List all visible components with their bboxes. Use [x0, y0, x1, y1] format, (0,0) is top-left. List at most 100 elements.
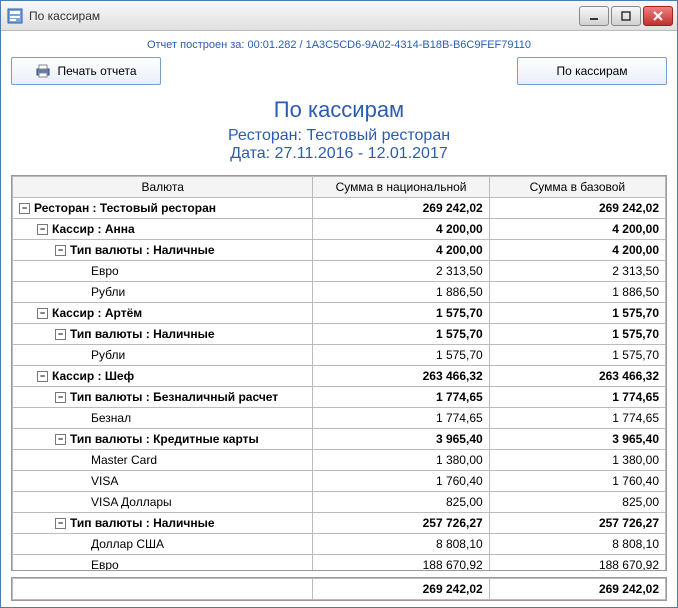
row-base: 2 313,50 — [489, 261, 665, 282]
table-row[interactable]: VISA 1 760,401 760,40 — [13, 471, 666, 492]
row-base: 1 774,65 — [489, 387, 665, 408]
row-national: 2 313,50 — [313, 261, 489, 282]
table-row[interactable]: Рубли 1 575,701 575,70 — [13, 345, 666, 366]
col-currency[interactable]: Валюта — [13, 177, 313, 198]
row-national: 8 808,10 — [313, 534, 489, 555]
printer-icon — [35, 64, 51, 78]
row-national: 1 380,00 — [313, 450, 489, 471]
row-base: 4 200,00 — [489, 219, 665, 240]
close-button[interactable] — [643, 6, 673, 26]
table-row[interactable]: −Кассир : Шеф 263 466,32263 466,32 — [13, 366, 666, 387]
print-label: Печать отчета — [57, 64, 136, 78]
maximize-button[interactable] — [611, 6, 641, 26]
table-row[interactable]: Рубли 1 886,501 886,50 — [13, 282, 666, 303]
table-row[interactable]: −Ресторан : Тестовый ресторан269 242,022… — [13, 198, 666, 219]
table-row[interactable]: −Тип валюты : Наличные4 200,004 200,00 — [13, 240, 666, 261]
row-label: Тип валюты : Наличные — [70, 327, 215, 341]
row-label: Кассир : Артём — [52, 306, 142, 320]
row-base: 1 380,00 — [489, 450, 665, 471]
col-national[interactable]: Сумма в национальной — [313, 177, 489, 198]
cashiers-label: По кассирам — [556, 64, 627, 78]
col-base[interactable]: Сумма в базовой — [489, 177, 665, 198]
row-base: 1 886,50 — [489, 282, 665, 303]
cashiers-button[interactable]: По кассирам — [517, 57, 667, 85]
row-label: Доллар США — [91, 537, 164, 551]
total-base: 269 242,02 — [489, 579, 665, 600]
row-base: 1 575,70 — [489, 345, 665, 366]
maximize-icon — [621, 11, 631, 21]
titlebar[interactable]: По кассирам — [1, 1, 677, 31]
total-national: 269 242,02 — [313, 579, 489, 600]
table-row[interactable]: −Тип валюты : Наличные 1 575,701 575,70 — [13, 324, 666, 345]
row-national: 1 886,50 — [313, 282, 489, 303]
row-label: Ресторан : Тестовый ресторан — [34, 201, 216, 215]
close-icon — [653, 11, 663, 21]
row-national: 263 466,32 — [313, 366, 489, 387]
collapse-toggle[interactable]: − — [37, 371, 48, 382]
row-label: Рубли — [91, 285, 125, 299]
table-row[interactable]: Master Card 1 380,001 380,00 — [13, 450, 666, 471]
collapse-toggle[interactable]: − — [37, 224, 48, 235]
row-base: 1 575,70 — [489, 303, 665, 324]
collapse-toggle[interactable]: − — [55, 245, 66, 256]
row-national: 1 575,70 — [313, 324, 489, 345]
row-label: Евро — [91, 264, 119, 278]
window-title: По кассирам — [29, 9, 579, 23]
row-base: 188 670,92 — [489, 555, 665, 572]
row-base: 1 760,40 — [489, 471, 665, 492]
row-national: 188 670,92 — [313, 555, 489, 572]
row-national: 825,00 — [313, 492, 489, 513]
collapse-toggle[interactable]: − — [55, 518, 66, 529]
row-national: 4 200,00 — [313, 240, 489, 261]
collapse-toggle[interactable]: − — [19, 203, 30, 214]
collapse-toggle[interactable]: − — [55, 329, 66, 340]
row-label: Тип валюты : Кредитные карты — [70, 432, 259, 446]
row-national: 3 965,40 — [313, 429, 489, 450]
table-row[interactable]: VISA Доллары 825,00825,00 — [13, 492, 666, 513]
row-base: 257 726,27 — [489, 513, 665, 534]
row-label: Тип валюты : Безналичный расчет — [70, 390, 278, 404]
print-button[interactable]: Печать отчета — [11, 57, 161, 85]
table-row[interactable]: −Кассир : Анна 4 200,004 200,00 — [13, 219, 666, 240]
table-row[interactable]: −Тип валюты : Кредитные карты 3 965,403 9… — [13, 429, 666, 450]
table-row[interactable]: −Тип валюты : Безналичный расчет 1 774,65… — [13, 387, 666, 408]
row-national: 1 774,65 — [313, 408, 489, 429]
row-label: Рубли — [91, 348, 125, 362]
row-national: 257 726,27 — [313, 513, 489, 534]
row-label: Кассир : Анна — [52, 222, 135, 236]
report-title: По кассирам — [11, 97, 667, 123]
row-label: Тип валюты : Наличные — [70, 243, 215, 257]
totals-row: 269 242,02 269 242,02 — [11, 577, 667, 601]
row-base: 825,00 — [489, 492, 665, 513]
minimize-button[interactable] — [579, 6, 609, 26]
app-icon — [7, 8, 23, 24]
collapse-toggle[interactable]: − — [55, 434, 66, 445]
table-row[interactable]: Доллар США 8 808,108 808,10 — [13, 534, 666, 555]
table-row[interactable]: −Тип валюты : Наличные 257 726,27257 726,… — [13, 513, 666, 534]
row-base: 8 808,10 — [489, 534, 665, 555]
row-label: Безнал — [91, 411, 131, 425]
collapse-toggle[interactable]: − — [37, 308, 48, 319]
table-row[interactable]: Безнал1 774,651 774,65 — [13, 408, 666, 429]
row-label: VISA — [91, 474, 118, 488]
row-base: 3 965,40 — [489, 429, 665, 450]
collapse-toggle[interactable]: − — [55, 392, 66, 403]
row-label: Евро — [91, 558, 119, 571]
row-national: 1 575,70 — [313, 303, 489, 324]
row-national: 1 760,40 — [313, 471, 489, 492]
row-base: 263 466,32 — [489, 366, 665, 387]
report-meta: Отчет построен за: 00:01.282 / 1A3C5CD6-… — [11, 39, 667, 51]
row-base: 1 575,70 — [489, 324, 665, 345]
report-grid[interactable]: Валюта Сумма в национальной Сумма в базо… — [11, 175, 667, 571]
row-label: Кассир : Шеф — [52, 369, 134, 383]
row-label: Тип валюты : Наличные — [70, 516, 215, 530]
table-row[interactable]: Евро 188 670,92188 670,92 — [13, 555, 666, 572]
row-national: 1 575,70 — [313, 345, 489, 366]
report-restaurant: Ресторан: Тестовый ресторан — [11, 127, 667, 145]
table-row[interactable]: −Кассир : Артём 1 575,701 575,70 — [13, 303, 666, 324]
row-national: 4 200,00 — [313, 219, 489, 240]
row-label: Master Card — [91, 453, 157, 467]
row-base: 269 242,02 — [489, 198, 665, 219]
table-row[interactable]: Евро 2 313,502 313,50 — [13, 261, 666, 282]
row-label: VISA Доллары — [91, 495, 172, 509]
